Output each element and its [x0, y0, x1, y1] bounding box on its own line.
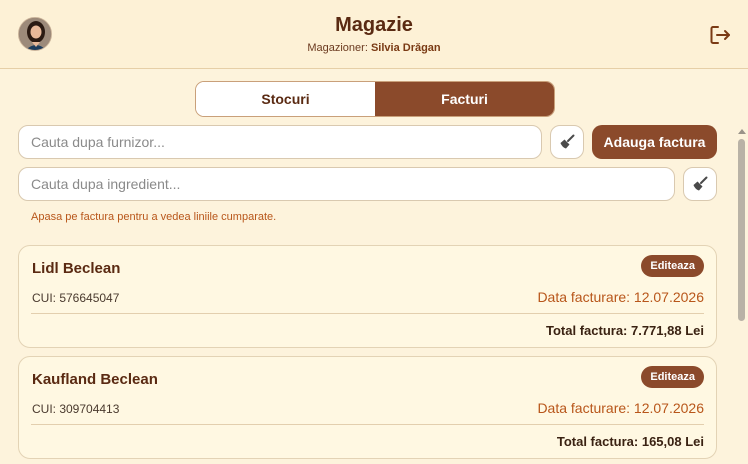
logout-icon[interactable]	[708, 23, 732, 47]
user-name: Silvia Drăgan	[370, 42, 441, 54]
invoice-cui: CUI: 309704413	[32, 402, 120, 416]
invoice-date: Data facturare: 12.07.2026	[537, 289, 704, 305]
invoice-card[interactable]: Kaufland Beclean Editeaza CUI: 309704413…	[18, 356, 717, 459]
invoice-card[interactable]: Lidl Beclean Editeaza CUI: 576645047 Dat…	[18, 245, 717, 348]
tab-switcher: Stocuri Facturi	[195, 81, 555, 117]
broom-icon	[560, 134, 575, 149]
clear-supplier-button[interactable]	[550, 125, 584, 159]
invoice-total: Total factura: 165,08 Lei	[556, 434, 704, 449]
invoice-total: Total factura: 7.771,88 Lei	[546, 323, 704, 338]
invoice-supplier: Kaufland Beclean	[32, 371, 158, 388]
supplier-search-input[interactable]	[18, 125, 542, 159]
user-subtitle: Magazioner: Silvia Drăgan	[0, 42, 748, 54]
card-divider	[31, 424, 704, 425]
add-invoice-button[interactable]: Adauga factura	[592, 125, 717, 159]
edit-invoice-button[interactable]: Editeaza	[641, 366, 704, 388]
scrollbar-thumb[interactable]	[738, 139, 745, 321]
edit-invoice-button[interactable]: Editeaza	[641, 255, 704, 277]
scrollbar[interactable]	[734, 125, 748, 464]
ingredient-search-input[interactable]	[18, 167, 675, 201]
invoice-supplier: Lidl Beclean	[32, 260, 121, 277]
invoice-cui: CUI: 576645047	[32, 291, 120, 305]
broom-icon	[693, 176, 708, 191]
invoice-date: Data facturare: 12.07.2026	[537, 400, 704, 416]
page-title: Magazie	[335, 14, 413, 36]
scroll-up-arrow-icon[interactable]	[738, 129, 746, 134]
clear-ingredient-button[interactable]	[683, 167, 717, 201]
tab-stocuri[interactable]: Stocuri	[196, 82, 375, 116]
app-header: Magazie Magazioner: Silvia Drăgan	[0, 0, 748, 69]
card-divider	[31, 313, 704, 314]
tab-facturi[interactable]: Facturi	[375, 82, 554, 116]
hint-text: Apasa pe factura pentru a vedea liniile …	[31, 211, 277, 223]
role-label: Magazioner:	[307, 42, 368, 54]
